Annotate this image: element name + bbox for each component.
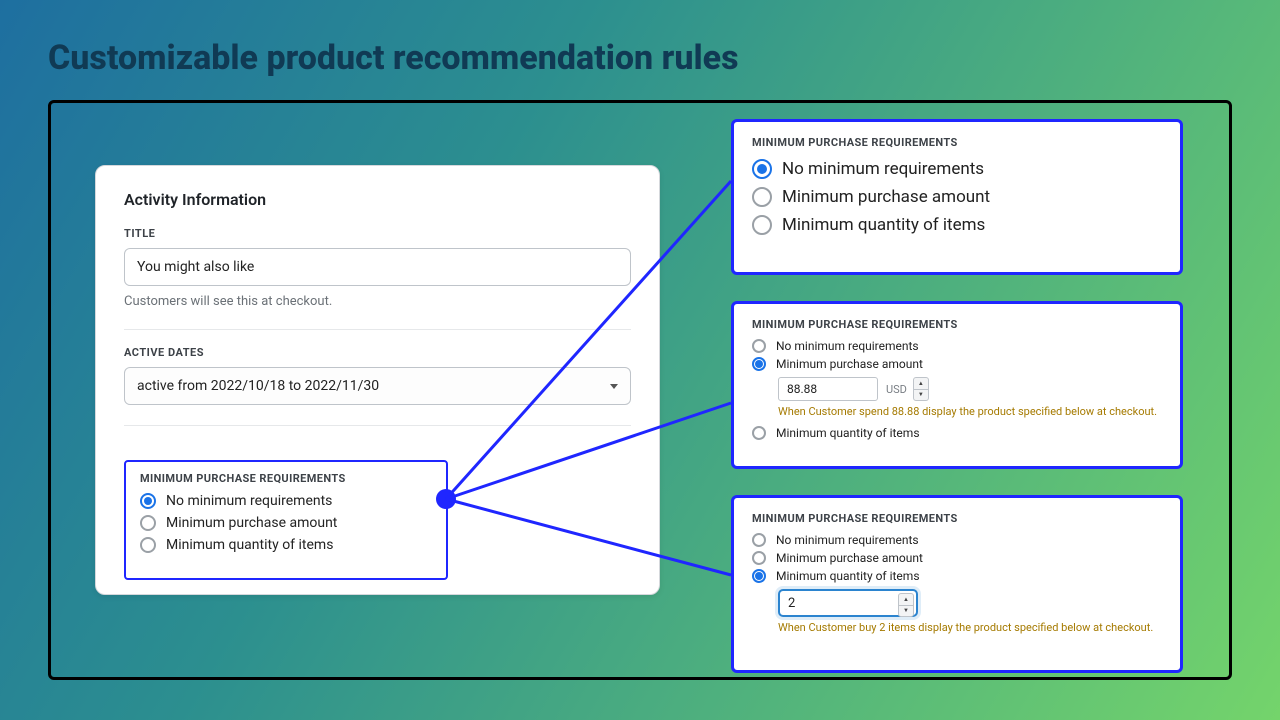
page-title: Customizable product recommendation rule… bbox=[48, 38, 739, 78]
demo-frame: Activity Information TITLE You might als… bbox=[48, 100, 1232, 680]
mpr-option-none[interactable]: No minimum requirements bbox=[752, 159, 1162, 179]
mpr-option-label: No minimum requirements bbox=[776, 339, 919, 353]
mpr-heading: MINIMUM PURCHASE REQUIREMENTS bbox=[752, 136, 1162, 149]
title-helper: Customers will see this at checkout. bbox=[124, 294, 631, 309]
amount-input-wrap: 88.88 USD ▲ ▼ bbox=[778, 377, 1162, 401]
radio-icon bbox=[752, 187, 772, 207]
mpr-option-label: Minimum purchase amount bbox=[782, 187, 990, 207]
active-dates-label: ACTIVE DATES bbox=[124, 346, 631, 359]
radio-icon bbox=[752, 339, 766, 353]
mpr-option-amount[interactable]: Minimum purchase amount bbox=[140, 515, 432, 531]
radio-icon bbox=[752, 159, 772, 179]
mpr-heading: MINIMUM PURCHASE REQUIREMENTS bbox=[752, 512, 1162, 525]
mpr-option-amount[interactable]: Minimum purchase amount bbox=[752, 357, 1162, 371]
radio-icon bbox=[752, 426, 766, 440]
activity-info-card: Activity Information TITLE You might als… bbox=[95, 165, 660, 595]
qty-hint: When Customer buy 2 items display the pr… bbox=[778, 621, 1162, 634]
mpr-option-none[interactable]: No minimum requirements bbox=[752, 339, 1162, 353]
qty-value: 2 bbox=[788, 596, 795, 611]
mpr-option-amount[interactable]: Minimum purchase amount bbox=[752, 187, 1162, 207]
title-input[interactable]: You might also like bbox=[124, 248, 631, 286]
mpr-heading: MINIMUM PURCHASE REQUIREMENTS bbox=[140, 472, 432, 485]
mpr-option-label: Minimum purchase amount bbox=[776, 357, 923, 371]
mpr-heading: MINIMUM PURCHASE REQUIREMENTS bbox=[752, 318, 1162, 331]
mpr-source-panel: MINIMUM PURCHASE REQUIREMENTS No minimum… bbox=[124, 460, 448, 580]
active-dates-value: active from 2022/10/18 to 2022/11/30 bbox=[137, 378, 379, 394]
amount-input[interactable]: 88.88 bbox=[778, 377, 878, 401]
chevron-down-icon: ▼ bbox=[899, 606, 913, 617]
mpr-option-qty[interactable]: Minimum quantity of items bbox=[140, 537, 432, 553]
amount-stepper[interactable]: ▲ ▼ bbox=[913, 377, 929, 401]
qty-stepper[interactable]: ▲ ▼ bbox=[898, 593, 914, 617]
title-input-value: You might also like bbox=[137, 259, 254, 275]
chevron-up-icon: ▲ bbox=[914, 378, 928, 390]
mpr-option-label: No minimum requirements bbox=[776, 533, 919, 547]
mpr-option-qty[interactable]: Minimum quantity of items bbox=[752, 215, 1162, 235]
card-heading: Activity Information bbox=[96, 166, 659, 227]
radio-icon bbox=[752, 569, 766, 583]
mpr-option-label: No minimum requirements bbox=[166, 493, 332, 509]
active-dates-select[interactable]: active from 2022/10/18 to 2022/11/30 bbox=[124, 367, 631, 405]
radio-icon bbox=[140, 515, 156, 531]
chevron-down-icon bbox=[610, 384, 618, 389]
radio-icon bbox=[752, 215, 772, 235]
amount-value: 88.88 bbox=[787, 382, 817, 396]
amount-hint: When Customer spend 88.88 display the pr… bbox=[778, 405, 1162, 418]
mpr-option-label: No minimum requirements bbox=[782, 159, 984, 179]
chevron-up-icon: ▲ bbox=[899, 594, 913, 606]
mpr-option-label: Minimum quantity of items bbox=[776, 426, 920, 440]
divider bbox=[124, 425, 631, 426]
mpr-option-label: Minimum quantity of items bbox=[776, 569, 920, 583]
mpr-option-amount[interactable]: Minimum purchase amount bbox=[752, 551, 1162, 565]
title-label: TITLE bbox=[124, 227, 631, 240]
radio-icon bbox=[752, 551, 766, 565]
mpr-option-qty[interactable]: Minimum quantity of items bbox=[752, 426, 1162, 440]
qty-input[interactable]: 2 ▲ ▼ bbox=[778, 589, 918, 617]
divider bbox=[124, 329, 631, 330]
mpr-option-qty[interactable]: Minimum quantity of items bbox=[752, 569, 1162, 583]
mpr-option-label: Minimum quantity of items bbox=[166, 537, 333, 553]
chevron-down-icon: ▼ bbox=[914, 390, 928, 401]
mpr-option-none[interactable]: No minimum requirements bbox=[752, 533, 1162, 547]
radio-icon bbox=[752, 357, 766, 371]
mpr-option-label: Minimum quantity of items bbox=[782, 215, 985, 235]
qty-input-wrap: 2 ▲ ▼ bbox=[778, 589, 1162, 617]
currency-label: USD bbox=[886, 383, 907, 396]
radio-icon bbox=[140, 493, 156, 509]
mpr-state-amount: MINIMUM PURCHASE REQUIREMENTS No minimum… bbox=[731, 301, 1183, 469]
mpr-option-label: Minimum purchase amount bbox=[166, 515, 337, 531]
radio-icon bbox=[140, 537, 156, 553]
mpr-state-qty: MINIMUM PURCHASE REQUIREMENTS No minimum… bbox=[731, 495, 1183, 673]
radio-icon bbox=[752, 533, 766, 547]
mpr-option-none[interactable]: No minimum requirements bbox=[140, 493, 432, 509]
mpr-state-none: MINIMUM PURCHASE REQUIREMENTS No minimum… bbox=[731, 119, 1183, 275]
mpr-option-label: Minimum purchase amount bbox=[776, 551, 923, 565]
